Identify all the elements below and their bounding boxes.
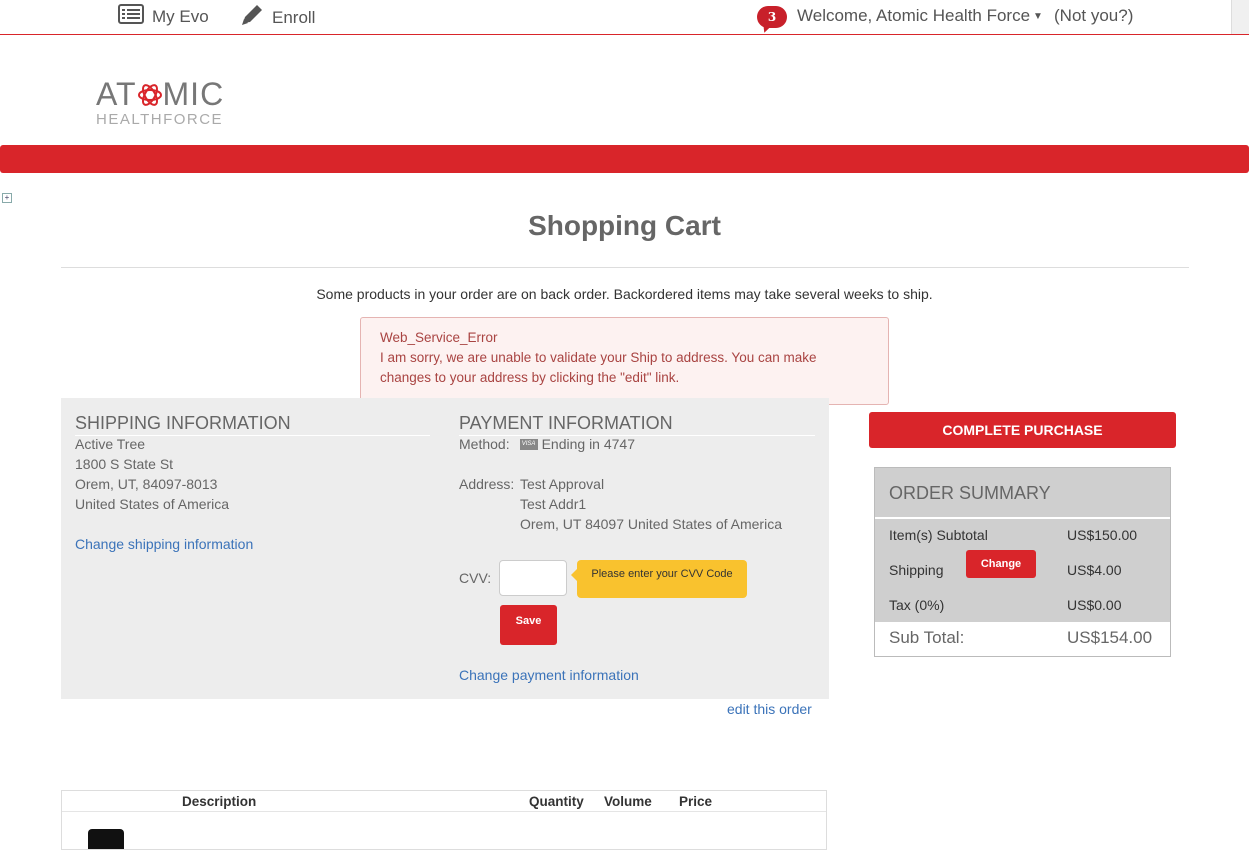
order-info-panel: SHIPPING INFORMATION Active Tree 1800 S … [61,398,829,699]
page-title: Shopping Cart [528,210,721,241]
enroll-link[interactable]: Enroll [240,4,315,31]
account-dropdown[interactable]: Welcome, Atomic Health Force ▼ [797,6,1043,26]
summary-rows: Item(s) Subtotal US$150.00 Shipping Chan… [875,519,1170,622]
my-evo-link[interactable]: My Evo [118,4,209,29]
col-description: Description [182,794,257,809]
payment-addr-line3: Orem, UT 84097 United States of America [520,516,782,532]
complete-purchase-button[interactable]: COMPLETE PURCHASE [869,412,1176,448]
visa-card-icon: VISA [519,438,538,450]
products-table: Description Quantity Volume Price [61,790,827,850]
welcome-text: Welcome, Atomic Health Force [797,6,1031,25]
col-quantity: Quantity [529,794,584,809]
title-divider [61,267,1189,268]
tax-value: US$0.00 [1067,597,1122,613]
shipping-value: US$4.00 [1067,562,1122,578]
logo-text-b: MIC [162,76,225,112]
table-header-divider [62,811,826,812]
brand-banner [0,145,1249,173]
expand-icon[interactable]: + [2,193,12,203]
atomic-healthforce-logo[interactable]: AT MIC HEALTHFORCE [96,78,246,130]
shipping-name: Active Tree [75,436,146,452]
error-alert: Web_Service_Error I am sorry, we are una… [360,317,889,405]
top-nav: My Evo Enroll 3 Welcome, Atomic Health F… [0,0,1249,35]
payment-method: Method: VISA Ending in 4747 [459,434,635,454]
save-cvv-button[interactable]: Save [500,605,557,645]
notification-badge[interactable]: 3 [757,6,789,35]
order-summary: ORDER SUMMARY Item(s) Subtotal US$150.00… [874,467,1171,657]
summary-row-shipping: Shipping Change US$4.00 [889,550,1159,578]
summary-row-subtotal: Item(s) Subtotal US$150.00 [889,527,1159,543]
list-icon [118,4,144,29]
card-ending: Ending in 4747 [541,436,636,452]
cvv-tooltip: Please enter your CVV Code [571,560,747,598]
tax-label: Tax (0%) [889,597,945,613]
backorder-notice: Some products in your order are on back … [316,286,933,302]
subtotal-label: Item(s) Subtotal [889,527,988,543]
payment-addr-line2: Test Addr1 [520,496,587,512]
edit-order-link[interactable]: edit this order [727,701,812,717]
shipping-label: Shipping [889,562,944,578]
summary-total: Sub Total: US$154.00 [889,628,1159,648]
payment-address-label: Address: [459,476,515,492]
summary-heading: ORDER SUMMARY [875,468,1170,518]
logo-text-a: AT [96,76,137,112]
atom-icon [137,76,163,112]
total-value: US$154.00 [1067,628,1153,647]
alert-title: Web_Service_Error [380,330,498,345]
cvv-label: CVV: [459,570,492,586]
summary-row-tax: Tax (0%) US$0.00 [889,597,1159,613]
scrollbar[interactable] [1231,0,1249,34]
change-shipping-link[interactable]: Change shipping information [75,536,253,552]
total-label: Sub Total: [889,628,965,647]
not-you-link[interactable]: (Not you?) [1054,6,1133,26]
change-payment-link[interactable]: Change payment information [459,667,639,683]
change-shipping-button[interactable]: Change [966,550,1036,578]
shipping-heading: SHIPPING INFORMATION [75,413,430,436]
subtotal-value: US$150.00 [1067,527,1138,543]
enroll-label: Enroll [272,7,316,27]
notification-count: 3 [757,6,787,28]
col-price: Price [679,794,713,809]
caret-down-icon: ▼ [1033,11,1043,23]
shipping-country: United States of America [75,496,230,512]
product-image[interactable] [88,829,124,849]
payment-heading: PAYMENT INFORMATION [459,413,815,436]
my-evo-label: My Evo [152,6,209,26]
shipping-street: 1800 S State St [75,456,174,472]
payment-addr-line1: Test Approval [520,476,605,492]
shipping-city: Orem, UT, 84097-8013 [75,476,218,492]
alert-message: I am sorry, we are unable to validate yo… [380,350,817,385]
pencil-icon [240,4,264,31]
cvv-input[interactable] [499,560,567,596]
method-label: Method: [459,436,510,452]
logo-wordmark: AT MIC [96,78,246,110]
col-volume: Volume [604,794,652,809]
logo-subtitle: HEALTHFORCE [96,111,224,128]
